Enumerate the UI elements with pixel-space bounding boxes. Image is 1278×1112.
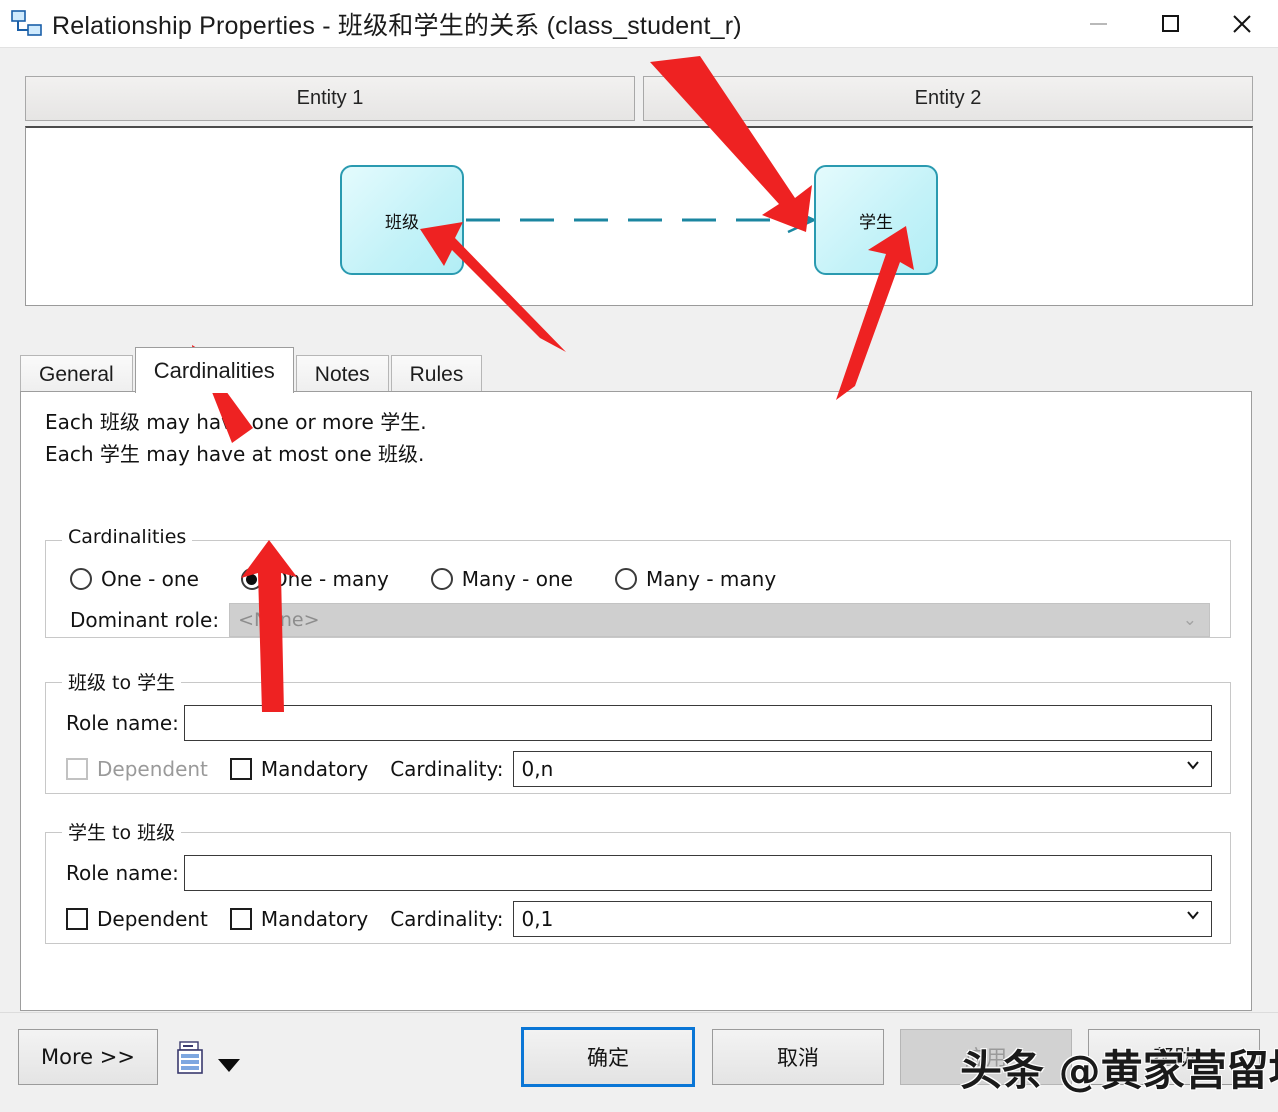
radio-indicator xyxy=(430,568,453,590)
mandatory-checkbox[interactable]: Mandatory xyxy=(229,757,369,781)
cardinality-label: Cardinality: xyxy=(390,907,504,931)
role-group-student-to-class: 学生 to 班级 Role name: Dependent Mandatory … xyxy=(45,818,1231,944)
role-group-class-to-student: 班级 to 学生 Role name: Dependent Mandatory … xyxy=(45,668,1231,794)
role-name-input[interactable] xyxy=(184,855,1212,891)
radio-indicator xyxy=(614,568,637,590)
close-button[interactable] xyxy=(1206,0,1278,47)
entity-box-student[interactable]: 学生 xyxy=(814,165,938,275)
cardinality-select[interactable]: 0,n xyxy=(512,751,1212,787)
checkbox-indicator xyxy=(66,758,88,780)
radio-indicator xyxy=(70,568,92,590)
window-title: Relationship Properties - 班级和学生的关系 (clas… xyxy=(52,11,742,40)
radio-indicator-selected xyxy=(240,568,263,590)
radio-many-many[interactable]: Many - many xyxy=(614,567,777,591)
cardinality-value: 0,n xyxy=(521,757,554,781)
dialog-client-area: Entity 1 Entity 2 班级 学生 General Cardinal… xyxy=(0,47,1278,1112)
dominant-role-select[interactable]: <None> ⌄ xyxy=(229,603,1210,637)
role-options-row: Dependent Mandatory Cardinality: 0,n xyxy=(66,751,1212,787)
mandatory-checkbox[interactable]: Mandatory xyxy=(229,907,369,931)
dominant-role-value: <None> xyxy=(238,609,320,631)
caret-down-icon[interactable] xyxy=(218,1059,240,1072)
relationship-icon xyxy=(10,9,44,39)
dominant-role-label: Dominant role: xyxy=(70,608,220,632)
chevron-down-icon xyxy=(1187,911,1199,920)
tab-strip: General Cardinalities Notes Rules xyxy=(20,347,1252,393)
role-name-row: Role name: xyxy=(66,855,1212,891)
tab-notes[interactable]: Notes xyxy=(295,355,389,393)
chevron-down-icon xyxy=(1187,761,1199,770)
role-name-label: Role name: xyxy=(66,861,179,885)
maximize-button[interactable] xyxy=(1134,0,1206,47)
relationship-properties-dialog: Relationship Properties - 班级和学生的关系 (clas… xyxy=(0,0,1278,1112)
radio-label: One - many xyxy=(271,567,389,591)
radio-one-one[interactable]: One - one xyxy=(70,567,199,591)
role-group-legend: 班级 to 学生 xyxy=(62,668,182,695)
apply-button[interactable]: 应用 xyxy=(900,1029,1072,1085)
description-line-1: Each 班级 may have one or more 学生. xyxy=(45,410,427,434)
mandatory-label: Mandatory xyxy=(260,907,369,931)
radio-label: Many - one xyxy=(461,567,573,591)
cardinality-value: 0,1 xyxy=(521,907,554,931)
minimize-button[interactable] xyxy=(1062,0,1134,47)
cardinality-label: Cardinality: xyxy=(390,757,504,781)
window-controls xyxy=(1062,0,1278,47)
description-line-2: Each 学生 may have at most one 班级. xyxy=(45,442,425,466)
title-bar: Relationship Properties - 班级和学生的关系 (clas… xyxy=(0,0,1278,47)
role-group-legend: 学生 to 班级 xyxy=(62,818,182,845)
tab-rules[interactable]: Rules xyxy=(390,355,483,393)
mandatory-label: Mandatory xyxy=(260,757,369,781)
role-name-row: Role name: xyxy=(66,705,1212,741)
radio-label: One - one xyxy=(101,567,199,591)
more-button[interactable]: More >> xyxy=(18,1029,158,1085)
chevron-down-icon: ⌄ xyxy=(1182,610,1197,630)
tab-cardinalities[interactable]: Cardinalities xyxy=(134,347,294,393)
dependent-label: Dependent xyxy=(97,757,208,781)
checkbox-indicator xyxy=(66,908,88,930)
dominant-role-row: Dominant role: <None> ⌄ xyxy=(70,603,1210,637)
role-name-input[interactable] xyxy=(184,705,1212,741)
help-button[interactable]: 帮助 xyxy=(1088,1029,1260,1085)
dependent-label: Dependent xyxy=(97,907,208,931)
radio-many-one[interactable]: Many - one xyxy=(430,567,573,591)
entity-box-class[interactable]: 班级 xyxy=(340,165,464,275)
report-icon[interactable] xyxy=(176,1041,206,1075)
dependent-checkbox[interactable]: Dependent xyxy=(66,907,208,931)
tab-general[interactable]: General xyxy=(20,355,133,393)
cardinalities-group: Cardinalities One - one One - many Many … xyxy=(45,526,1231,638)
role-options-row: Dependent Mandatory Cardinality: 0,1 xyxy=(66,901,1212,937)
radio-one-many[interactable]: One - many xyxy=(240,567,389,591)
checkbox-indicator xyxy=(229,908,252,930)
cancel-button[interactable]: 取消 xyxy=(712,1029,884,1085)
entity2-header[interactable]: Entity 2 xyxy=(643,76,1253,121)
entity-header-strip: Entity 1 Entity 2 xyxy=(25,76,1253,121)
cardinalities-group-legend: Cardinalities xyxy=(62,526,193,548)
checkbox-indicator xyxy=(229,758,252,780)
dependent-checkbox: Dependent xyxy=(66,757,208,781)
cardinality-select[interactable]: 0,1 xyxy=(512,901,1212,937)
ok-button[interactable]: 确定 xyxy=(521,1027,695,1087)
relationship-description: Each 班级 may have one or more 学生. Each 学生… xyxy=(45,406,427,470)
cardinalities-tab-panel: Each 班级 may have one or more 学生. Each 学生… xyxy=(20,391,1252,1011)
entity1-header[interactable]: Entity 1 xyxy=(25,76,635,121)
cardinality-radio-group: One - one One - many Many - one Many - m… xyxy=(70,567,818,591)
relationship-diagram-preview: 班级 学生 xyxy=(25,126,1253,306)
radio-label: Many - many xyxy=(645,567,777,591)
role-name-label: Role name: xyxy=(66,711,179,735)
dialog-button-bar: More >> 确定 取消 应用 帮助 xyxy=(0,1012,1278,1112)
